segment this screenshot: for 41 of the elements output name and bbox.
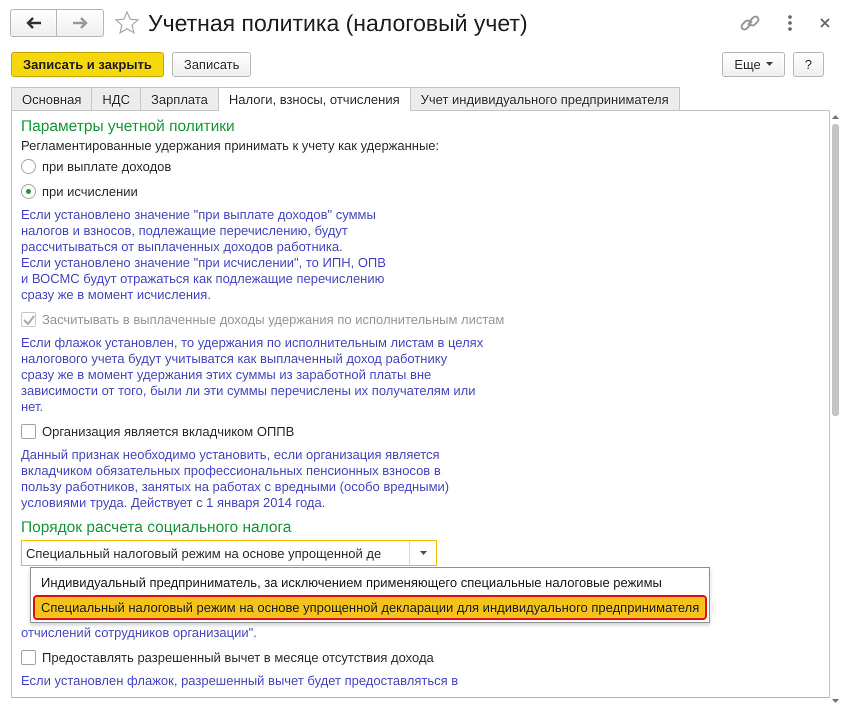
- back-button[interactable]: [10, 9, 57, 37]
- checkbox[interactable]: [21, 424, 36, 439]
- star-icon[interactable]: [114, 10, 140, 36]
- tab[interactable]: Учет индивидуального предпринимателя: [410, 87, 680, 111]
- section-title: Порядок расчета социального налога: [21, 518, 292, 537]
- tab[interactable]: Налоги, взносы, отчисления: [218, 87, 411, 111]
- arrow-right-icon: [72, 17, 88, 29]
- dropdown-option[interactable]: Индивидуальный предприниматель, за исключением применяющего специальные налоговые режимы: [33, 570, 708, 595]
- checkbox[interactable]: [21, 650, 36, 665]
- save-close-button[interactable]: Записать и закрыть: [11, 52, 164, 76]
- radio-button[interactable]: [21, 159, 36, 174]
- dropdown-field[interactable]: Специальный налоговый режим на основе упрощенной де: [21, 540, 437, 566]
- dropdown-option[interactable]: Специальный налоговый режим на основе упрощенной декларации для индивидуального предпринимателя: [33, 595, 708, 620]
- section-title: Параметры учетной политики: [21, 117, 235, 136]
- window-title: Учетная политика (налоговый учет): [148, 10, 528, 36]
- hint-text: Если флажок установлен, то удержания по исполнительным листам в целях налогового учета будут учитыватся как выплаченный доход работнику сразу же в момент удержания этих суммы из заработной платы вне зависимости от того, были ли эти суммы перечислены их получателям или нет.: [21, 335, 484, 415]
- hint-text: Данный признак необходимо установить, если организация является вкладчиком обязательных профессиональных пенсионных взносов в пользу работников, занятых на работах с вредными (особо вредными) условиями труда. Действует с 1 января 2014 года.: [21, 447, 450, 511]
- checkbox-label[interactable]: Организация является вкладчиком ОППВ: [42, 424, 294, 439]
- more-icon[interactable]: [787, 14, 793, 32]
- arrow-left-icon: [26, 17, 42, 29]
- tab[interactable]: НДС: [91, 87, 141, 111]
- toolbar-button[interactable]: Записать: [172, 52, 252, 76]
- radio-button[interactable]: [21, 184, 36, 199]
- close-icon[interactable]: [819, 17, 831, 29]
- scroll-down-icon: [832, 699, 839, 703]
- scroll-thumb[interactable]: [832, 124, 839, 416]
- checkbox-label[interactable]: Предоставлять разрешенный вычет в месяце отсутствия дохода: [42, 650, 434, 665]
- more-button[interactable]: Еще: [722, 52, 785, 76]
- caret-icon: [766, 62, 773, 66]
- hint-text: Если установлено значение "при выплате доходов" суммы налогов и взносов, подлежащие перечислению, будут рассчитываться от выплаченных доходов работника. Если установлено значение "при исчислении", то ИПН, ОПВ и ВОСМС будут отражаться как подлежащие перечислению сразу же в момент исчисления.: [21, 207, 386, 303]
- checkbox-label: Засчитывать в выплаченные доходы удержания по исполнительным листам: [42, 312, 504, 327]
- hint-text: отчислений сотрудников организации".: [21, 625, 257, 641]
- toolbar-button[interactable]: ?: [792, 52, 824, 76]
- caret-icon: [420, 551, 426, 555]
- radio-label[interactable]: при выплате доходов: [42, 159, 172, 174]
- tab[interactable]: Основная: [11, 87, 92, 111]
- radio-label[interactable]: при исчислении: [42, 184, 138, 199]
- field-label: Регламентированные удержания принимать к учету как удержанные:: [21, 137, 440, 154]
- hint-text: Если установлен флажок, разрешенный вычет будет предоставляться в: [21, 673, 458, 689]
- tab[interactable]: Зарплата: [140, 87, 219, 111]
- scroll-up-icon: [832, 115, 839, 119]
